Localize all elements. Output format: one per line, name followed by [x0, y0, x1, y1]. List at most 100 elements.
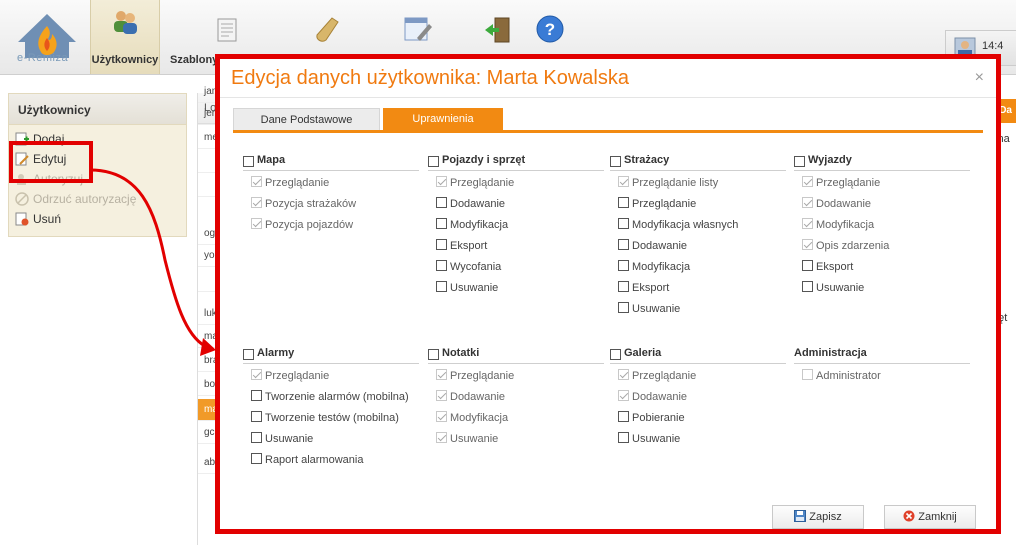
permission-item[interactable]: Modyfikacja [610, 257, 786, 278]
permission-item[interactable]: Przeglądanie [610, 366, 786, 387]
group-checkbox[interactable] [428, 348, 439, 360]
group-header[interactable]: Notatki [428, 344, 604, 364]
permission-checkbox[interactable] [436, 260, 447, 271]
permission-checkbox[interactable] [618, 432, 629, 443]
permission-item[interactable]: Przeglądanie [243, 366, 419, 387]
group-checkbox[interactable] [794, 155, 805, 167]
permission-item[interactable]: Dodawanie [610, 236, 786, 257]
group-checkbox[interactable] [428, 155, 439, 167]
permission-checkbox[interactable] [618, 218, 629, 229]
group-header[interactable]: Wyjazdy [794, 151, 970, 171]
permission-item[interactable]: Tworzenie alarmów (mobilna) [243, 387, 419, 408]
tab-permissions[interactable]: Uprawnienia [383, 108, 503, 130]
permission-checkbox[interactable] [251, 390, 262, 401]
close-button[interactable]: Zamknij [884, 505, 976, 529]
permission-item[interactable]: Dodawanie [428, 387, 604, 408]
permission-item[interactable]: Eksport [794, 257, 970, 278]
close-icon[interactable]: × [975, 69, 984, 87]
permission-item[interactable]: Pobieranie [610, 408, 786, 429]
permission-item[interactable]: Tworzenie testów (mobilna) [243, 408, 419, 429]
group-header[interactable]: Galeria [610, 344, 786, 364]
permission-checkbox[interactable] [436, 369, 447, 380]
permission-checkbox[interactable] [802, 260, 813, 271]
permission-label: Eksport [450, 240, 488, 252]
group-checkbox[interactable] [610, 155, 621, 167]
permission-item[interactable]: Przeglądanie [428, 173, 604, 194]
permission-checkbox[interactable] [802, 197, 813, 208]
permission-item[interactable]: Eksport [428, 236, 604, 257]
permission-item[interactable]: Usuwanie [610, 299, 786, 320]
permission-checkbox[interactable] [802, 176, 813, 187]
group-title: Mapa [257, 154, 286, 166]
permission-checkbox[interactable] [618, 176, 629, 187]
permission-label: Przeglądanie [632, 198, 697, 210]
permission-checkbox[interactable] [436, 176, 447, 187]
permission-checkbox[interactable] [618, 411, 629, 422]
permission-checkbox[interactable] [618, 197, 629, 208]
permission-checkbox[interactable] [251, 197, 262, 208]
permission-checkbox[interactable] [251, 176, 262, 187]
group-checkbox[interactable] [243, 348, 254, 360]
permission-item[interactable]: Dodawanie [794, 194, 970, 215]
permission-checkbox[interactable] [802, 218, 813, 229]
permission-checkbox[interactable] [251, 453, 262, 464]
permission-item[interactable]: Przeglądanie [794, 173, 970, 194]
permission-label: Przeglądanie [265, 370, 330, 382]
permission-checkbox[interactable] [251, 432, 262, 443]
permission-checkbox[interactable] [618, 281, 629, 292]
permission-item[interactable]: Dodawanie [610, 387, 786, 408]
permission-item[interactable]: Eksport [610, 278, 786, 299]
permission-item[interactable]: Modyfikacja [428, 215, 604, 236]
permission-checkbox[interactable] [618, 390, 629, 401]
permission-item[interactable]: Przeglądanie [243, 173, 419, 194]
permission-checkbox[interactable] [436, 218, 447, 229]
permission-item[interactable]: Usuwanie [428, 429, 604, 450]
save-button[interactable]: Zapisz [772, 505, 864, 529]
permission-item[interactable]: Wycofania [428, 257, 604, 278]
permission-item[interactable]: Dodawanie [428, 194, 604, 215]
permission-item[interactable]: Usuwanie [243, 429, 419, 450]
permission-item[interactable]: Usuwanie [610, 429, 786, 450]
permission-item[interactable]: Przeglądanie [610, 194, 786, 215]
group-header[interactable]: Mapa [243, 151, 419, 171]
permission-checkbox[interactable] [436, 411, 447, 422]
group-header[interactable]: Pojazdy i sprzęt [428, 151, 604, 171]
permission-item[interactable]: Przeglądanie [428, 366, 604, 387]
cancel-icon [903, 510, 915, 522]
permission-item[interactable]: Modyfikacja [428, 408, 604, 429]
permission-checkbox[interactable] [802, 281, 813, 292]
permission-item[interactable]: Opis zdarzenia [794, 236, 970, 257]
permission-item[interactable]: Pozycja pojazdów [243, 215, 419, 236]
permission-checkbox[interactable] [436, 197, 447, 208]
permission-checkbox[interactable] [436, 281, 447, 292]
permission-item[interactable]: Pozycja strażaków [243, 194, 419, 215]
permission-checkbox[interactable] [618, 302, 629, 313]
group-checkbox[interactable] [610, 348, 621, 360]
permission-checkbox[interactable] [251, 218, 262, 229]
permission-item[interactable]: Przeglądanie listy [610, 173, 786, 194]
permission-checkbox[interactable] [251, 411, 262, 422]
permission-checkbox[interactable] [436, 239, 447, 250]
permission-item[interactable]: Usuwanie [428, 278, 604, 299]
permission-checkbox[interactable] [436, 432, 447, 443]
tab-basic-data[interactable]: Dane Podstawowe [233, 108, 380, 130]
permission-item[interactable]: Modyfikacja własnych [610, 215, 786, 236]
permission-checkbox[interactable] [251, 369, 262, 380]
group-header[interactable]: Strażacy [610, 151, 786, 171]
permission-group-mapa: Mapa Przeglądanie Pozycja strażaków Pozycja… [243, 151, 419, 236]
permission-label: Usuwanie [265, 433, 314, 445]
permission-item[interactable]: Usuwanie [794, 278, 970, 299]
save-button-label: Zapisz [809, 511, 842, 523]
permission-checkbox[interactable] [618, 239, 629, 250]
permission-checkbox[interactable] [436, 390, 447, 401]
permission-label: Eksport [816, 261, 854, 273]
group-header[interactable]: Alarmy [243, 344, 419, 364]
permission-item[interactable]: Raport alarmowania [243, 450, 419, 471]
permission-label: Modyfikacja [816, 219, 875, 231]
permission-group-galeria: Galeria Przeglądanie Dodawanie Pobieranie Us… [610, 344, 786, 450]
permission-checkbox[interactable] [618, 260, 629, 271]
permission-checkbox[interactable] [618, 369, 629, 380]
permission-item[interactable]: Modyfikacja [794, 215, 970, 236]
permission-checkbox[interactable] [802, 239, 813, 250]
group-checkbox[interactable] [243, 155, 254, 167]
